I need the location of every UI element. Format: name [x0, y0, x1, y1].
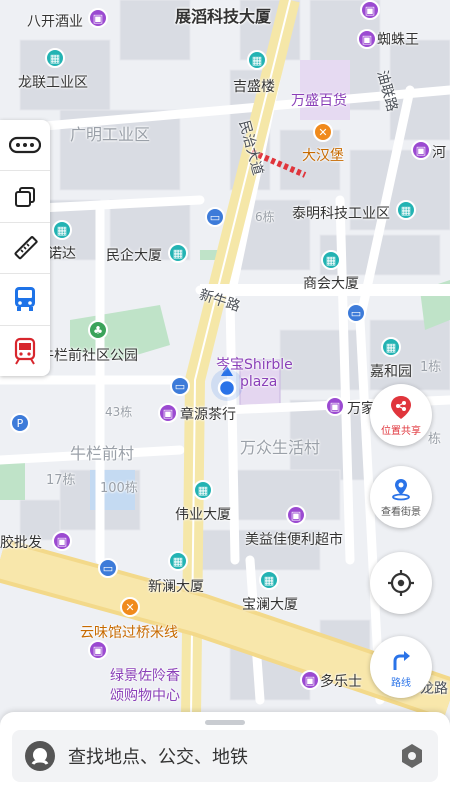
bus-icon — [15, 287, 35, 312]
map-label-plaza: plaza — [240, 374, 278, 390]
more-button[interactable] — [0, 120, 50, 172]
shopping-bag-icon[interactable]: ▣ — [88, 8, 108, 28]
map-label-minqi: 民企大厦 — [106, 248, 162, 264]
location-share-icon — [391, 395, 411, 419]
shopping-bag-icon[interactable]: ▣ — [52, 531, 72, 551]
crosshair-icon — [388, 570, 414, 596]
ruler-button[interactable] — [0, 223, 50, 275]
map-label-17dong: 17栋 — [46, 473, 76, 488]
map-label-meiyijia: 美益佳便利超市 — [245, 532, 343, 548]
my-location-button[interactable] — [370, 552, 432, 614]
ruler-icon — [14, 236, 38, 260]
shopping-bag-icon[interactable]: ▣ — [325, 396, 345, 416]
drag-handle[interactable] — [205, 720, 245, 725]
map-label-wansheng: 万盛百货 — [291, 93, 347, 109]
map-label-taiming: 泰明科技工业区 — [292, 206, 390, 222]
building-icon[interactable]: ▦ — [321, 250, 341, 270]
building-icon[interactable]: ▦ — [381, 337, 401, 357]
map-label-he: 河 — [432, 145, 446, 161]
map-label-shanghui: 商会大厦 — [303, 276, 359, 292]
bus-stop-icon[interactable]: ▭ — [170, 376, 190, 396]
shopping-bag-icon[interactable]: ▣ — [158, 403, 178, 423]
map-label-duoleshi: 多乐士 — [320, 674, 362, 690]
map-label-6dong: 6栋 — [255, 210, 275, 224]
building-icon[interactable]: ▦ — [168, 243, 188, 263]
street-view-icon — [392, 478, 410, 500]
map-toolbar — [0, 120, 50, 376]
route-label: 路线 — [391, 677, 411, 689]
map-label-dahanbao: 大汉堡 — [302, 148, 344, 164]
street-view-label: 查看街景 — [381, 506, 421, 518]
bus-layer-button[interactable] — [0, 274, 50, 326]
shopping-bag-icon[interactable]: ▣ — [357, 29, 377, 49]
shopping-bag-icon[interactable]: ▣ — [286, 505, 306, 525]
shopping-bag-icon[interactable]: ▣ — [411, 140, 431, 160]
map-label-zhangyuan: 章源茶行 — [180, 407, 236, 423]
park-tree-icon[interactable]: ♣ — [88, 320, 108, 340]
settings-hexagon-icon[interactable] — [398, 742, 426, 770]
map-label-xinlan: 新澜大厦 — [148, 579, 204, 595]
bottom-sheet: 查找地点、公交、地铁 — [0, 712, 450, 800]
assistant-mic-icon[interactable] — [24, 740, 56, 772]
building-icon[interactable]: ▦ — [168, 551, 188, 571]
subway-layer-button[interactable] — [0, 326, 50, 376]
route-button[interactable]: 路线 — [370, 636, 432, 698]
map-app: 八开酒业 展滔科技大厦 蜘蛛王 龙联工业区 吉盛楼 万盛百货 油联路 广明工业区… — [0, 0, 450, 800]
map-label-niulanqian-park: 牛栏前社区公园 — [40, 348, 138, 364]
building-icon[interactable]: ▦ — [247, 50, 267, 70]
map-label-100dong: 100栋 — [100, 481, 138, 496]
map-label-nuoda: 诺达 — [48, 246, 76, 262]
shopping-bag-icon[interactable]: ▣ — [300, 670, 320, 690]
building-icon[interactable]: ▦ — [52, 220, 72, 240]
map-label-lvjing2: 颂购物中心 — [110, 688, 180, 704]
building-icon[interactable]: ▦ — [193, 480, 213, 500]
shopping-bag-icon[interactable]: ▣ — [88, 640, 108, 660]
bus-stop-icon[interactable]: ▭ — [205, 207, 225, 227]
subway-icon — [14, 337, 36, 365]
map-label-niulanqian-cun: 牛栏前村 — [70, 444, 135, 463]
map-label-jisheng: 吉盛楼 — [233, 79, 275, 95]
map-label-weiye: 伟业大厦 — [175, 507, 231, 523]
map-label-yunwei: 云味馆过桥米线 — [80, 625, 178, 641]
map-label-lvjing: 绿景佐阾香 — [110, 668, 180, 684]
parking-icon[interactable]: P — [10, 413, 30, 433]
restaurant-icon[interactable]: ✕ — [313, 122, 333, 142]
location-share-label: 位置共享 — [381, 425, 421, 437]
search-input[interactable]: 查找地点、公交、地铁 — [68, 743, 248, 769]
map-label-1dong: 1栋 — [420, 360, 442, 375]
map-label-baolan: 宝澜大厦 — [242, 597, 298, 613]
bus-stop-icon[interactable]: ▭ — [98, 558, 118, 578]
map-label-zhizhuwang: 蜘蛛王 — [377, 32, 419, 48]
search-bar[interactable]: 查找地点、公交、地铁 — [12, 730, 438, 782]
building-icon[interactable]: ▦ — [259, 570, 279, 590]
location-share-button[interactable]: 位置共享 — [370, 384, 432, 446]
map-label-guangming: 广明工业区 — [70, 125, 151, 144]
map-label-wanzhong: 万众生活村 — [240, 438, 321, 457]
building-icon[interactable]: ▦ — [45, 48, 65, 68]
map-label-zhantao: 展滔科技大厦 — [175, 7, 272, 26]
shopping-bag-icon[interactable]: ▣ — [360, 0, 380, 20]
map-label-dong-right: 栋 — [428, 432, 442, 447]
map-label-longlian: 龙联工业区 — [18, 75, 88, 91]
map-label-cenbao: 岑宝Shirble — [216, 357, 293, 373]
more-dots-icon — [9, 137, 41, 154]
layers-button[interactable] — [0, 171, 50, 223]
route-arrow-icon — [393, 650, 410, 670]
street-view-button[interactable]: 查看街景 — [370, 466, 432, 528]
map-label-43dong: 43栋 — [105, 405, 133, 419]
bus-stop-icon[interactable]: ▭ — [346, 303, 366, 323]
map-label-bajiu: 八开酒业 — [27, 14, 83, 30]
building-icon[interactable]: ▦ — [396, 200, 416, 220]
restaurant-icon[interactable]: ✕ — [120, 597, 140, 617]
map-label-jiahe: 嘉和园 — [370, 364, 412, 380]
map-label-jiaopi: 胶批发 — [0, 535, 42, 551]
layers-icon — [15, 186, 35, 207]
